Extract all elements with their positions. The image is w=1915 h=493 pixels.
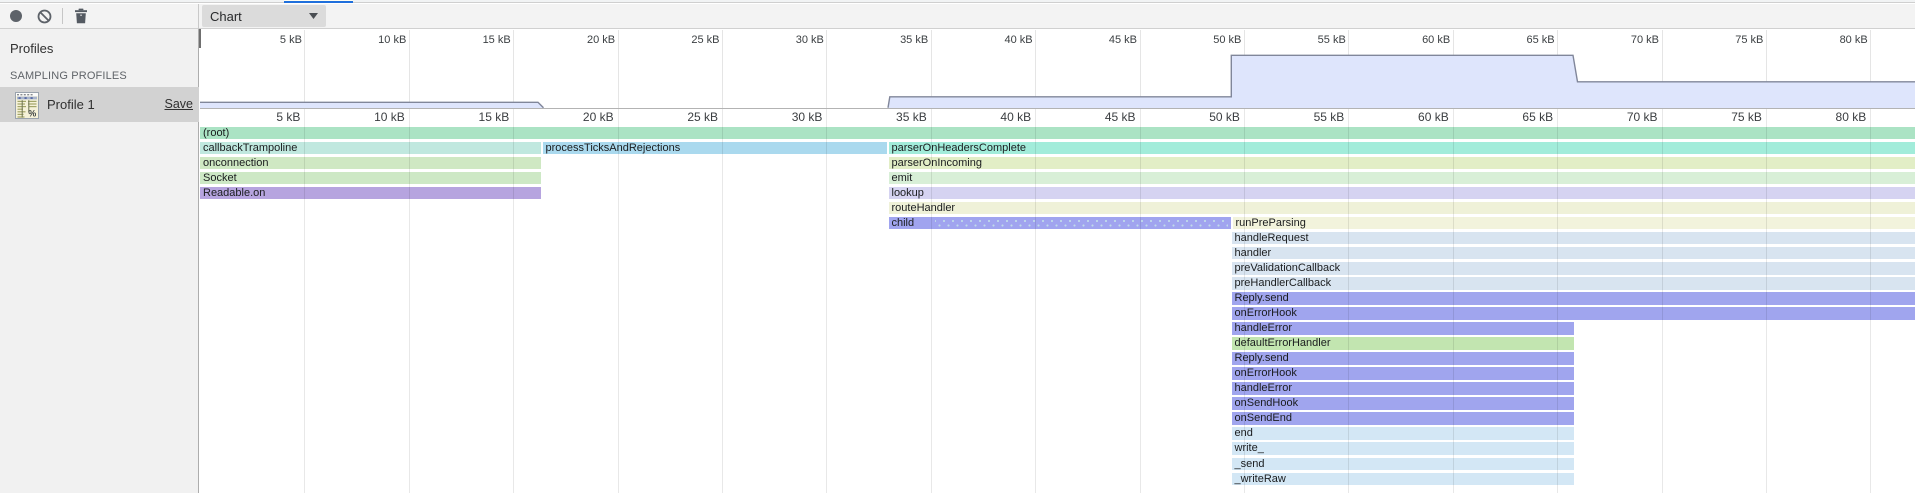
svg-text:%: %: [28, 109, 36, 119]
